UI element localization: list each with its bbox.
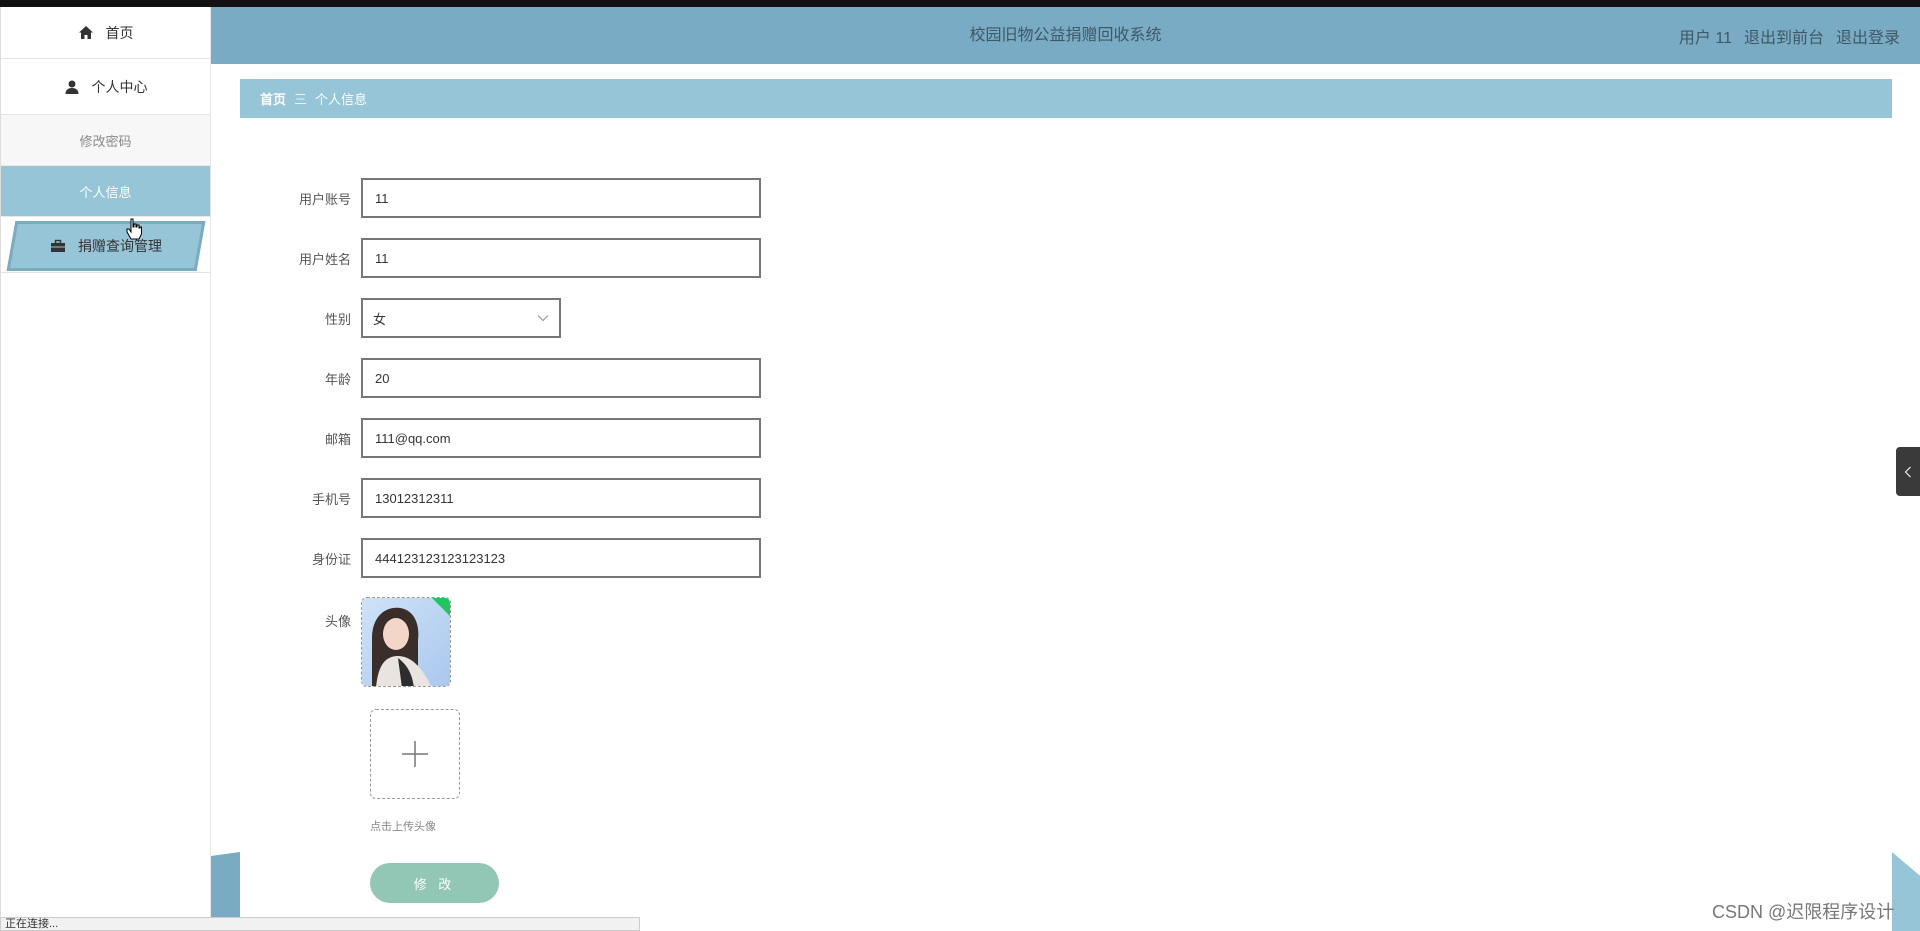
browser-status-bar: 正在连接... — [0, 917, 640, 931]
top-header: 校园旧物公益捐赠回收系统 用户 11 退出到前台 退出登录 — [211, 7, 1920, 64]
sidebar: 首页 个人中心 修改密码 个人信息 捐赠查询管理 — [0, 7, 211, 931]
current-user-label: 用户 11 — [1678, 29, 1732, 47]
sidebar-item-label: 首页 — [105, 24, 134, 41]
chevron-down-icon — [537, 315, 549, 322]
user-icon — [65, 80, 78, 94]
idcard-label: 身份证 — [311, 551, 351, 567]
age-label: 年龄 — [324, 371, 351, 387]
form-row-age: 年龄 — [240, 358, 761, 398]
breadcrumb-home[interactable]: 首页 — [260, 89, 286, 108]
breadcrumb-separator: 三 — [294, 92, 308, 107]
name-input[interactable] — [361, 238, 761, 278]
sidebar-item-label: 个人中心 — [91, 78, 148, 95]
avatar-upload-button[interactable] — [370, 709, 460, 799]
sidebar-item-personal-center[interactable]: 个人中心 — [1, 59, 210, 115]
header-user-actions: 用户 11 退出到前台 退出登录 — [1679, 7, 1900, 64]
sidebar-item-donation-wrap: 捐赠查询管理 — [1, 217, 210, 273]
form-row-gender: 性别 女 — [240, 298, 561, 338]
sidebar-subitem-label: 个人信息 — [79, 184, 132, 200]
watermark-text: CSDN @迟限程序设计 — [1712, 902, 1895, 922]
form-row-account: 用户账号 — [240, 178, 761, 218]
sidebar-item-label: 捐赠查询管理 — [78, 238, 162, 254]
submit-button[interactable]: 修 改 — [370, 863, 499, 903]
breadcrumb: 首页 三 个人信息 — [240, 79, 1892, 118]
form-row-email: 邮箱 — [240, 418, 761, 458]
window-top-strip — [0, 0, 1920, 7]
phone-input[interactable] — [361, 478, 761, 518]
app-title: 校园旧物公益捐赠回收系统 — [969, 27, 1162, 44]
account-input[interactable] — [361, 178, 761, 218]
collapse-panel-tab[interactable] — [1896, 447, 1920, 496]
plus-icon — [402, 741, 428, 767]
avatar-image — [362, 598, 450, 686]
decorative-corner-right — [1892, 852, 1920, 931]
upload-hint-text: 点击上传头像 — [370, 821, 436, 833]
age-input[interactable] — [361, 358, 761, 398]
form-row-avatar: 头像 — [240, 597, 451, 687]
gender-label: 性别 — [324, 311, 351, 327]
form-row-name: 用户姓名 — [240, 238, 761, 278]
home-icon — [78, 25, 93, 39]
breadcrumb-current: 个人信息 — [315, 92, 368, 107]
hand-cursor-icon — [126, 218, 142, 240]
sidebar-item-home[interactable]: 首页 — [1, 7, 210, 59]
gender-select[interactable]: 女 — [361, 298, 561, 338]
back-to-front-link[interactable]: 退出到前台 — [1744, 24, 1824, 48]
idcard-input[interactable] — [361, 538, 761, 578]
account-label: 用户账号 — [298, 191, 351, 207]
sidebar-subitem-label: 修改密码 — [79, 133, 132, 149]
email-input[interactable] — [361, 418, 761, 458]
avatar-label: 头像 — [324, 614, 351, 629]
form-row-idcard: 身份证 — [240, 538, 761, 578]
name-label: 用户姓名 — [298, 251, 351, 267]
phone-label: 手机号 — [311, 491, 351, 507]
avatar-preview[interactable] — [361, 597, 451, 687]
email-label: 邮箱 — [324, 431, 351, 447]
briefcase-icon — [51, 239, 65, 252]
sidebar-subitem-personal-info[interactable]: 个人信息 — [1, 166, 210, 217]
chevron-left-icon — [1904, 466, 1911, 477]
sidebar-subitem-change-password[interactable]: 修改密码 — [1, 115, 210, 166]
logout-link[interactable]: 退出登录 — [1836, 24, 1900, 48]
form-row-phone: 手机号 — [240, 478, 761, 518]
sidebar-item-donation-management[interactable]: 捐赠查询管理 — [6, 221, 206, 271]
gender-selected-value: 女 — [373, 311, 387, 327]
